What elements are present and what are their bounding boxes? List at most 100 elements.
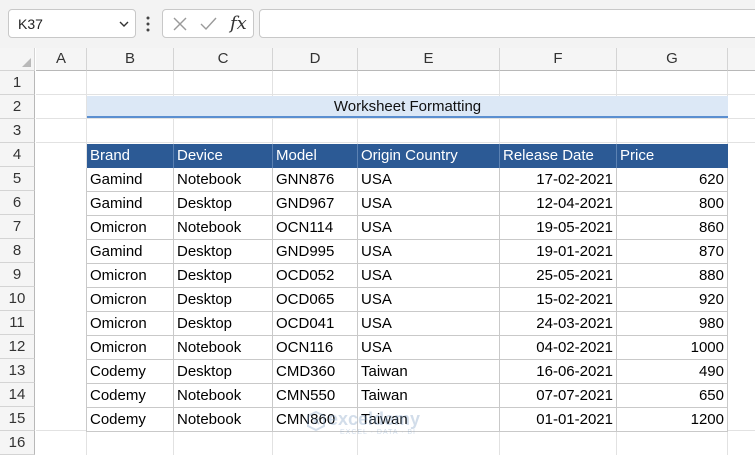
cell-device[interactable]: Desktop (174, 288, 273, 312)
cell-device[interactable]: Desktop (174, 264, 273, 288)
cell-price[interactable]: 870 (617, 240, 728, 264)
cell-model[interactable]: GND995 (273, 240, 358, 264)
column-header-a[interactable]: A (36, 48, 87, 71)
row-header-11[interactable]: 11 (0, 311, 35, 335)
cell-origin-country[interactable]: USA (358, 216, 500, 240)
insert-function-button[interactable]: fx (230, 13, 247, 34)
cell-brand[interactable]: Omicron (87, 288, 174, 312)
cell-price[interactable]: 800 (617, 192, 728, 216)
cell-device[interactable]: Desktop (174, 192, 273, 216)
cell-brand[interactable]: Omicron (87, 336, 174, 360)
cell-device[interactable]: Notebook (174, 168, 273, 192)
row-header-10[interactable]: 10 (0, 287, 35, 311)
cell-origin-country[interactable]: USA (358, 240, 500, 264)
cell-release-date[interactable]: 19-01-2021 (500, 240, 617, 264)
cell-device[interactable]: Desktop (174, 240, 273, 264)
cell-price[interactable]: 620 (617, 168, 728, 192)
cell-origin-country[interactable]: USA (358, 192, 500, 216)
cell-price[interactable]: 650 (617, 384, 728, 408)
header-cell-origin-country[interactable]: Origin Country (358, 144, 500, 168)
cell-device[interactable]: Notebook (174, 336, 273, 360)
cell-model[interactable]: OCD065 (273, 288, 358, 312)
cell-device[interactable]: Notebook (174, 384, 273, 408)
cell-price[interactable]: 920 (617, 288, 728, 312)
column-header-e[interactable]: E (358, 48, 500, 71)
cell-price[interactable]: 880 (617, 264, 728, 288)
row-header-2[interactable]: 2 (0, 95, 35, 119)
column-header-b[interactable]: B (87, 48, 174, 71)
row-header-13[interactable]: 13 (0, 359, 35, 383)
row-header-12[interactable]: 12 (0, 335, 35, 359)
cell-release-date[interactable]: 01-01-2021 (500, 408, 617, 432)
header-cell-model[interactable]: Model (273, 144, 358, 168)
row-header-14[interactable]: 14 (0, 383, 35, 407)
cell-origin-country[interactable]: Taiwan (358, 360, 500, 384)
row-header-9[interactable]: 9 (0, 263, 35, 287)
cell-brand[interactable]: Omicron (87, 216, 174, 240)
enter-check-icon[interactable] (200, 17, 217, 31)
cell-device[interactable]: Desktop (174, 360, 273, 384)
column-header-f[interactable]: F (500, 48, 617, 71)
cell-release-date[interactable]: 17-02-2021 (500, 168, 617, 192)
header-cell-device[interactable]: Device (174, 144, 273, 168)
cell-release-date[interactable]: 16-06-2021 (500, 360, 617, 384)
cell-price[interactable]: 980 (617, 312, 728, 336)
worksheet-title[interactable]: Worksheet Formatting (87, 96, 728, 118)
column-header-d[interactable]: D (273, 48, 358, 71)
row-header-3[interactable]: 3 (0, 119, 35, 143)
cell-brand[interactable]: Codemy (87, 384, 174, 408)
cell-model[interactable]: OCN116 (273, 336, 358, 360)
cell-device[interactable]: Notebook (174, 408, 273, 432)
row-header-1[interactable]: 1 (0, 71, 35, 95)
cell-release-date[interactable]: 24-03-2021 (500, 312, 617, 336)
cell-release-date[interactable]: 19-05-2021 (500, 216, 617, 240)
header-cell-price[interactable]: Price (617, 144, 728, 168)
cell-price[interactable]: 1000 (617, 336, 728, 360)
column-header-c[interactable]: C (174, 48, 273, 71)
row-header-8[interactable]: 8 (0, 239, 35, 263)
header-cell-brand[interactable]: Brand (87, 144, 174, 168)
cell-brand[interactable]: Omicron (87, 312, 174, 336)
cell-model[interactable]: GNN876 (273, 168, 358, 192)
select-all-corner[interactable] (0, 48, 35, 71)
cell-device[interactable]: Notebook (174, 216, 273, 240)
cell-model[interactable]: OCN114 (273, 216, 358, 240)
cell-origin-country[interactable]: USA (358, 264, 500, 288)
cell-brand[interactable]: Codemy (87, 408, 174, 432)
row-header-5[interactable]: 5 (0, 167, 35, 191)
cell-model[interactable]: CMN550 (273, 384, 358, 408)
column-header-g[interactable]: G (617, 48, 728, 71)
cell-release-date[interactable]: 12-04-2021 (500, 192, 617, 216)
cell-origin-country[interactable]: USA (358, 288, 500, 312)
cell-model[interactable]: OCD041 (273, 312, 358, 336)
cell-brand[interactable]: Gamind (87, 240, 174, 264)
row-header-4[interactable]: 4 (0, 143, 35, 167)
header-cell-release-date[interactable]: Release Date (500, 144, 617, 168)
row-header-7[interactable]: 7 (0, 215, 35, 239)
cell-origin-country[interactable]: Taiwan (358, 384, 500, 408)
cell-model[interactable]: GND967 (273, 192, 358, 216)
cell-release-date[interactable]: 07-07-2021 (500, 384, 617, 408)
cell-model[interactable]: OCD052 (273, 264, 358, 288)
cell-brand[interactable]: Codemy (87, 360, 174, 384)
formula-input[interactable] (259, 9, 755, 38)
cell-brand[interactable]: Gamind (87, 168, 174, 192)
cell-price[interactable]: 1200 (617, 408, 728, 432)
cell-price[interactable]: 860 (617, 216, 728, 240)
cell-device[interactable]: Desktop (174, 312, 273, 336)
more-options-icon[interactable] (146, 14, 150, 34)
cell-origin-country[interactable]: USA (358, 312, 500, 336)
cell-release-date[interactable]: 25-05-2021 (500, 264, 617, 288)
row-header-15[interactable]: 15 (0, 407, 35, 431)
cell-brand[interactable]: Gamind (87, 192, 174, 216)
cell-release-date[interactable]: 15-02-2021 (500, 288, 617, 312)
cell-origin-country[interactable]: USA (358, 168, 500, 192)
row-header-16[interactable]: 16 (0, 431, 35, 455)
name-box[interactable]: K37 (8, 9, 136, 38)
cell-release-date[interactable]: 04-02-2021 (500, 336, 617, 360)
cell-price[interactable]: 490 (617, 360, 728, 384)
cell-model[interactable]: CMD360 (273, 360, 358, 384)
cancel-icon[interactable] (173, 17, 187, 31)
chevron-down-icon[interactable] (119, 19, 129, 29)
cell-brand[interactable]: Omicron (87, 264, 174, 288)
